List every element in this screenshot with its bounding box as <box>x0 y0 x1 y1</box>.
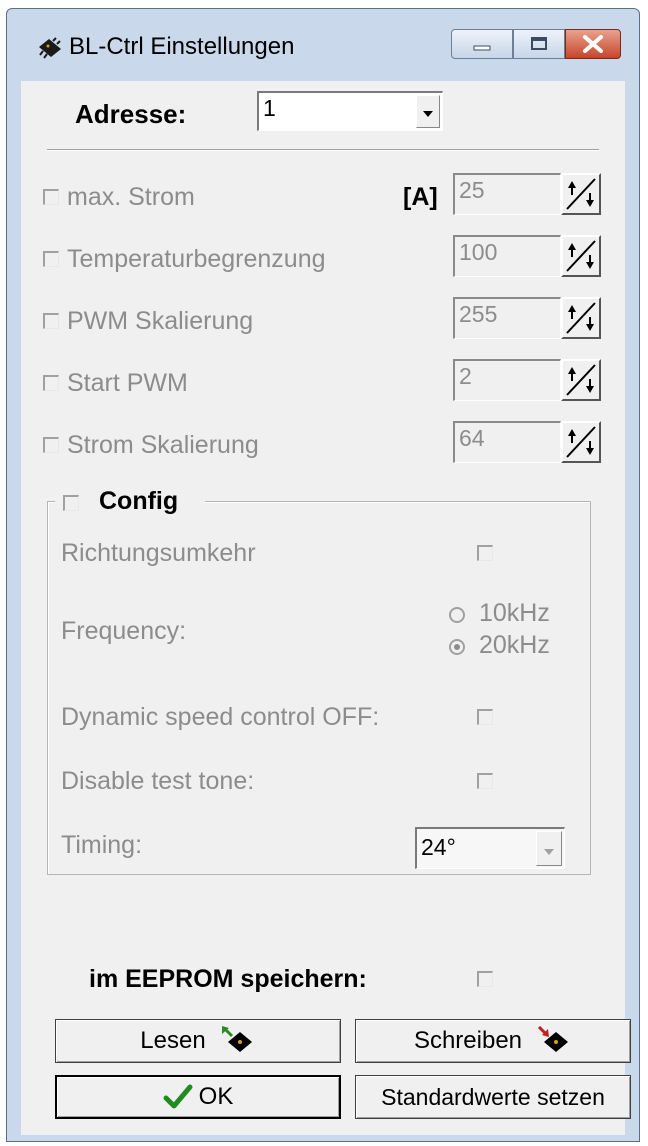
config-checkbox[interactable] <box>63 495 79 511</box>
max-strom-checkbox[interactable] <box>43 189 59 205</box>
read-button[interactable]: Lesen <box>55 1019 341 1063</box>
updown-arrows-icon <box>566 240 596 272</box>
updown-arrows-icon <box>566 426 596 458</box>
eeprom-label: im EEPROM speichern: <box>89 965 367 993</box>
freq-10khz-label: 10kHz <box>479 599 550 627</box>
max-strom-input[interactable]: 25 <box>453 173 561 215</box>
start-pwm-checkbox[interactable] <box>43 375 59 391</box>
config-legend: Config <box>55 487 205 517</box>
maximize-button[interactable] <box>513 29 565 59</box>
chevron-down-icon <box>544 849 554 855</box>
freq-20khz-radio[interactable] <box>449 639 465 655</box>
defaults-label: Standardwerte setzen <box>381 1083 605 1110</box>
address-label: Adresse: <box>75 99 187 129</box>
strom-skalierung-checkbox[interactable] <box>43 437 59 453</box>
disable-tone-checkbox[interactable] <box>477 773 493 789</box>
temperatur-input[interactable]: 100 <box>453 235 561 277</box>
strom-skalierung-spin[interactable] <box>561 421 601 463</box>
pwm-skalierung-label: PWM Skalierung <box>67 307 254 335</box>
updown-arrows-icon <box>566 178 596 210</box>
dynamic-speed-label: Dynamic speed control OFF: <box>61 703 380 731</box>
temperatur-label: Temperaturbegrenzung <box>67 245 326 273</box>
temperatur-spin[interactable] <box>561 235 601 277</box>
timing-label: Timing: <box>61 831 143 859</box>
address-select[interactable]: 1 <box>257 91 443 131</box>
pwm-skalierung-checkbox[interactable] <box>43 313 59 329</box>
chip-icon <box>39 37 61 59</box>
defaults-button[interactable]: Standardwerte setzen <box>355 1075 631 1119</box>
start-pwm-label: Start PWM <box>67 369 188 397</box>
chip-read-icon <box>221 1026 252 1052</box>
read-label: Lesen <box>140 1027 206 1054</box>
chevron-down-icon <box>423 111 433 117</box>
eeprom-checkbox[interactable] <box>477 971 493 987</box>
strom-skalierung-label: Strom Skalierung <box>67 431 259 459</box>
pwm-skalierung-spin[interactable] <box>561 297 601 339</box>
close-button[interactable] <box>565 29 621 59</box>
updown-arrows-icon <box>566 302 596 334</box>
ok-button[interactable]: OK <box>55 1075 341 1119</box>
unit-label: [A] <box>403 183 438 211</box>
config-label: Config <box>99 487 179 515</box>
minimize-icon <box>473 45 491 51</box>
ok-label: OK <box>198 1083 234 1110</box>
timing-select[interactable]: 24° <box>415 827 565 869</box>
close-icon <box>583 35 603 53</box>
address-value: 1 <box>263 95 276 121</box>
temperatur-checkbox[interactable] <box>43 251 59 267</box>
timing-dropdown-button[interactable] <box>536 831 562 866</box>
start-pwm-spin[interactable] <box>561 359 601 401</box>
settings-window: BL-Ctrl Einstellungen Adresse: 1 max. St… <box>6 8 640 1142</box>
write-button[interactable]: Schreiben <box>355 1019 631 1063</box>
disable-tone-label: Disable test tone: <box>61 767 255 795</box>
strom-skalierung-input[interactable]: 64 <box>453 421 561 463</box>
dialog-body: Adresse: 1 max. Strom [A] 25 Temperaturb… <box>21 81 631 1135</box>
freq-20khz-label: 20kHz <box>479 631 550 659</box>
frequency-label: Frequency: <box>61 617 187 645</box>
window-title: BL-Ctrl Einstellungen <box>69 33 295 60</box>
minimize-button[interactable] <box>451 29 513 59</box>
max-strom-label: max. Strom <box>67 183 195 211</box>
richtungsumkehr-label: Richtungsumkehr <box>61 539 256 567</box>
freq-10khz-radio[interactable] <box>449 607 465 623</box>
start-pwm-input[interactable]: 2 <box>453 359 561 401</box>
pwm-skalierung-input[interactable]: 255 <box>453 297 561 339</box>
maximize-icon <box>531 37 547 50</box>
write-label: Schreiben <box>413 1027 523 1054</box>
checkmark-icon <box>163 1084 193 1109</box>
separator <box>47 149 599 151</box>
chip-write-icon <box>537 1026 569 1052</box>
updown-arrows-icon <box>566 364 596 396</box>
timing-value: 24° <box>421 834 456 860</box>
address-dropdown-button[interactable] <box>416 95 440 128</box>
max-strom-spin[interactable] <box>561 173 601 215</box>
richtungsumkehr-checkbox[interactable] <box>477 545 493 561</box>
dynamic-speed-checkbox[interactable] <box>477 709 493 725</box>
title-bar[interactable]: BL-Ctrl Einstellungen <box>7 9 639 81</box>
